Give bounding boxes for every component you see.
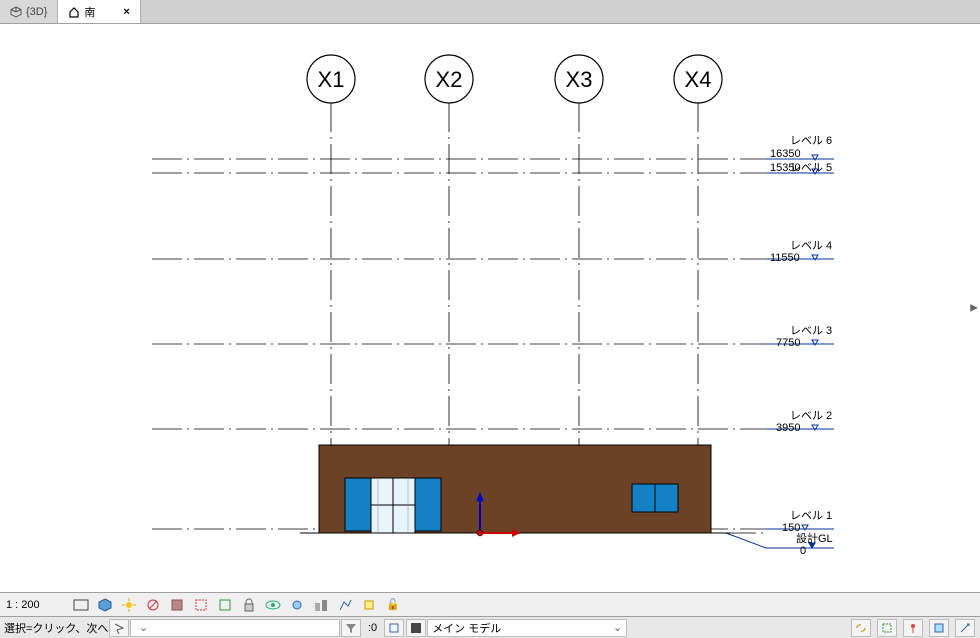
view-scale[interactable]: 1 : 200 — [6, 599, 66, 611]
tab-south-label: 南 — [84, 4, 95, 20]
drawing-canvas[interactable]: レベル 6 16350 レベル 5 15350 レベル 4 11550 レベル … — [0, 24, 980, 592]
crop-view-icon[interactable] — [192, 596, 210, 614]
analytical-icon[interactable] — [336, 596, 354, 614]
filter-count: :0 — [362, 622, 383, 634]
level-3-value: 7750 — [776, 337, 800, 349]
panel-right — [415, 478, 441, 531]
home-icon — [68, 6, 80, 18]
highlight-icon[interactable] — [360, 596, 378, 614]
constraints-icon[interactable]: 🔓 — [384, 596, 402, 614]
reveal-hidden-icon[interactable] — [288, 596, 306, 614]
level-5-value: 15350 — [770, 162, 801, 174]
tab-3d[interactable]: {3D} — [0, 0, 58, 23]
level-gl-name: 設計GL — [796, 531, 833, 545]
window-right — [632, 484, 678, 512]
filter-icon[interactable] — [341, 619, 361, 637]
level-2-name: レベル 2 — [790, 410, 832, 422]
select-underlay-icon[interactable] — [877, 619, 897, 637]
cube-view-icon[interactable] — [96, 596, 114, 614]
level-4-value: 11550 — [770, 252, 800, 264]
level-1-name: レベル 1 — [790, 510, 832, 522]
shadows-off-icon[interactable] — [144, 596, 162, 614]
crop-region-icon[interactable] — [216, 596, 234, 614]
type-selector[interactable]: ⌄ — [130, 619, 340, 637]
status-arrow-icon[interactable] — [109, 619, 129, 637]
model-graphics-icon[interactable] — [72, 596, 90, 614]
level-2-value: 3950 — [776, 422, 800, 434]
status-hint: 選択=クリック、次へ=[Ta — [0, 620, 108, 636]
cube-icon — [10, 6, 22, 18]
rendering-icon[interactable] — [168, 596, 186, 614]
view-control-bar: 1 : 200 🔓 — [0, 592, 980, 616]
level-gl-value: 0 — [800, 545, 806, 557]
tab-bar: {3D} 南 × — [0, 0, 980, 24]
elevation-drawing: レベル 6 16350 レベル 5 15350 レベル 4 11550 レベル … — [0, 24, 980, 592]
level-3-name: レベル 3 — [790, 325, 832, 337]
select-face-icon[interactable] — [929, 619, 949, 637]
level-6-value: 16350 — [770, 148, 801, 160]
grid-label-x4: X4 — [685, 67, 712, 92]
tab-3d-label: {3D} — [26, 6, 47, 18]
model-selector[interactable]: メイン モデル⌄ — [427, 619, 627, 637]
model-selector-label: メイン モデル — [432, 620, 501, 636]
status-model-icon[interactable] — [406, 619, 426, 637]
scroll-right-icon[interactable]: ▶ — [970, 303, 978, 314]
grid-label-x2: X2 — [436, 67, 463, 92]
tab-close-icon[interactable]: × — [123, 6, 129, 18]
panel-left — [345, 478, 371, 531]
drag-elements-icon[interactable] — [955, 619, 975, 637]
grid-label-x3: X3 — [566, 67, 593, 92]
grid-label-x1: X1 — [318, 67, 345, 92]
sun-path-icon[interactable] — [120, 596, 138, 614]
tab-south[interactable]: 南 × — [58, 0, 140, 23]
status-right-group — [850, 619, 980, 637]
status-restore-icon[interactable] — [384, 619, 404, 637]
lock-icon[interactable] — [240, 596, 258, 614]
status-bar: 選択=クリック、次へ=[Ta ⌄ :0 メイン モデル⌄ — [0, 616, 980, 638]
level-4-name: レベル 4 — [790, 240, 832, 252]
worksharing-icon[interactable] — [312, 596, 330, 614]
temporary-hide-icon[interactable] — [264, 596, 282, 614]
door-double — [371, 478, 415, 533]
select-links-icon[interactable] — [851, 619, 871, 637]
select-pinned-icon[interactable] — [903, 619, 923, 637]
level-6-name: レベル 6 — [790, 135, 832, 147]
